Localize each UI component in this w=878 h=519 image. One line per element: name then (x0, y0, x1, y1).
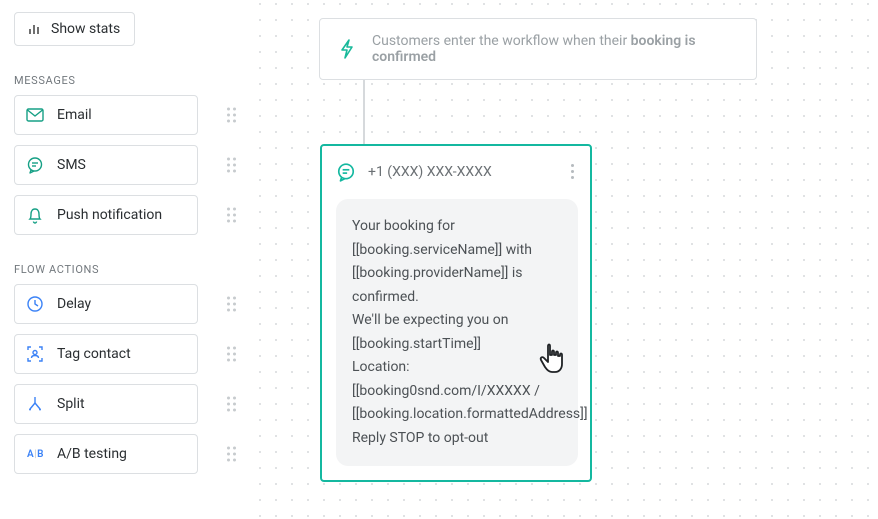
block-label: Push notification (57, 207, 162, 223)
connector-line (363, 80, 365, 144)
show-stats-button[interactable]: Show stats (14, 12, 135, 46)
mail-icon (25, 108, 45, 122)
split-icon (25, 395, 45, 413)
block-label: Tag contact (57, 346, 131, 362)
bell-icon (25, 206, 45, 224)
chat-icon (336, 162, 356, 182)
sidebar: Show stats MESSAGES Email (0, 0, 248, 519)
section-title-messages: MESSAGES (14, 74, 240, 87)
trigger-card[interactable]: Customers enter the workflow when their … (319, 18, 757, 80)
drag-handle-icon[interactable] (227, 397, 236, 412)
user-scan-icon (25, 345, 45, 363)
block-label: Email (57, 107, 92, 123)
block-sms[interactable]: SMS (14, 145, 198, 185)
block-split[interactable]: Split (14, 384, 198, 424)
sms-node-header: +1 (XXX) XXX-XXXX (336, 160, 578, 183)
trigger-text: Customers enter the workflow when their … (372, 33, 738, 65)
drag-handle-icon[interactable] (227, 447, 236, 462)
drag-handle-icon[interactable] (227, 208, 236, 223)
block-ab-testing[interactable]: A|B A/B testing (14, 434, 198, 474)
block-email[interactable]: Email (14, 95, 198, 135)
block-tag-contact[interactable]: Tag contact (14, 334, 198, 374)
trigger-prefix: Customers enter the workflow when their (372, 33, 631, 49)
block-label: A/B testing (57, 446, 127, 462)
chat-icon (25, 156, 45, 174)
sms-node-card[interactable]: +1 (XXX) XXX-XXXX Your booking for [[boo… (320, 144, 592, 482)
block-label: Delay (57, 296, 91, 312)
sms-body-text: Your booking for [[booking.serviceName]]… (336, 199, 578, 466)
block-label: SMS (57, 157, 86, 173)
block-push-notification[interactable]: Push notification (14, 195, 198, 235)
clock-icon (25, 295, 45, 313)
sms-node-menu-button[interactable] (567, 160, 578, 183)
block-label: Split (57, 396, 85, 412)
block-delay[interactable]: Delay (14, 284, 198, 324)
sms-from-number: +1 (XXX) XXX-XXXX (368, 164, 492, 180)
section-title-flow-actions: FLOW ACTIONS (14, 263, 240, 276)
drag-handle-icon[interactable] (227, 347, 236, 362)
lightning-icon (338, 38, 356, 60)
drag-handle-icon[interactable] (227, 108, 236, 123)
bar-chart-icon (27, 22, 41, 36)
drag-handle-icon[interactable] (227, 158, 236, 173)
drag-handle-icon[interactable] (227, 297, 236, 312)
show-stats-label: Show stats (51, 21, 120, 37)
ab-test-icon: A|B (25, 449, 45, 460)
